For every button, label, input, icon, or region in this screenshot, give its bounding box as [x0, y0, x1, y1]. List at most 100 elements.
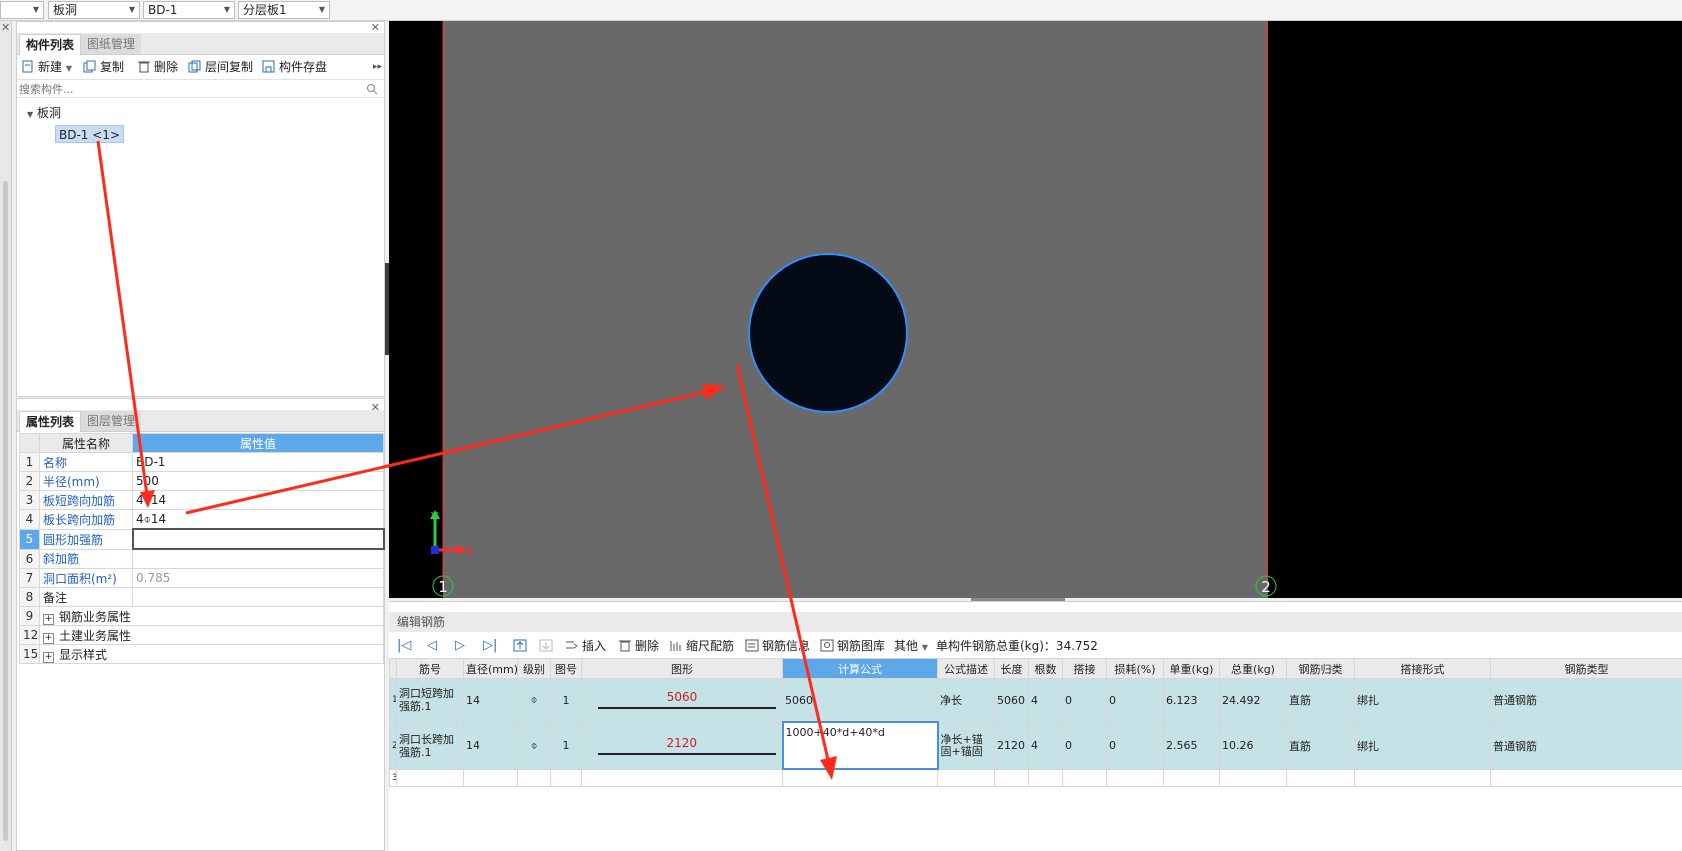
col-figure-no: 图号: [550, 658, 582, 679]
insert-button[interactable]: 插入: [565, 635, 606, 657]
property-name: 板短跨向加筋: [39, 490, 133, 510]
table-row[interactable]: 2 洞口长跨加强筋.1 14 ⌽ 1 2120 1000+40*d+40*d 净…: [389, 721, 1682, 770]
col-count: 根数: [1028, 658, 1063, 679]
property-row[interactable]: 7 洞口面积(m²) 0.785: [19, 568, 384, 588]
dropdown-component-name[interactable]: BD-1 ▼: [143, 1, 235, 19]
rebar-delete-button[interactable]: 删除: [618, 635, 659, 657]
property-value[interactable]: 4⌽14: [132, 490, 384, 510]
property-name: 半径(mm): [39, 471, 133, 491]
tab-drawing-management[interactable]: 图纸管理: [81, 34, 142, 54]
dropdown-component-type[interactable]: 板洞 ▼: [48, 1, 140, 19]
chevron-down-icon: ▼: [65, 64, 72, 73]
property-group-row[interactable]: 15 + 显示样式: [19, 644, 384, 664]
property-value: 0.785: [132, 568, 384, 588]
chevron-down-icon: ▼: [223, 5, 230, 14]
scale-icon: [670, 641, 681, 651]
col-length: 长度: [994, 658, 1029, 679]
rebar-shape-cell[interactable]: 5060: [581, 678, 783, 723]
search-bar: [17, 79, 384, 99]
rebar-table: 筋号 直径(mm) 级别 图号 图形 计算公式 公式描述 长度 根数 搭接 损耗…: [389, 658, 1682, 787]
trash-icon: [138, 61, 150, 73]
tree-group[interactable]: ▼ 板洞: [27, 104, 61, 121]
property-row[interactable]: 2 半径(mm) 500: [19, 471, 384, 491]
property-value[interactable]: BD-1: [132, 452, 384, 472]
col-lap-type: 搭接形式: [1354, 658, 1491, 679]
tab-property-list[interactable]: 属性列表: [19, 411, 82, 432]
scale-rebar-button[interactable]: 缩尺配筋: [669, 635, 734, 657]
dropdown-layer[interactable]: 分层板1 ▼: [238, 1, 330, 19]
last-record-icon[interactable]: ▷|: [483, 635, 497, 657]
formula-cell[interactable]: 5060: [782, 678, 938, 723]
y-axis-label: Y: [430, 510, 439, 524]
property-value[interactable]: 4⌽14: [132, 509, 384, 530]
bar-name[interactable]: 洞口长跨加强筋.1: [396, 721, 464, 770]
col-category: 钢筋归类: [1286, 658, 1355, 679]
property-value[interactable]: [132, 548, 384, 569]
chevron-down-icon: ▼: [128, 5, 135, 14]
chevron-down-icon[interactable]: ▼: [27, 110, 33, 119]
search-input[interactable]: [17, 80, 361, 99]
property-group-row[interactable]: 9 + 钢筋业务属性: [19, 606, 384, 626]
col-unit-weight: 单重(kg): [1163, 658, 1220, 679]
col-formula: 计算公式: [782, 658, 938, 679]
new-button[interactable]: 新建 ▼: [21, 56, 72, 78]
property-row[interactable]: 3 板短跨向加筋 4⌽14: [19, 490, 384, 510]
property-grid: 属性名称 属性值 1 名称 BD-1 2 半径(mm) 500 3 板短跨向加筋 4⌽14 …: [19, 433, 385, 664]
close-icon[interactable]: ✕: [1, 21, 10, 34]
bar-name[interactable]: 洞口短跨加强筋.1: [396, 678, 464, 723]
first-record-icon[interactable]: |◁: [397, 635, 411, 657]
move-down-icon[interactable]: [539, 635, 556, 657]
formula-input[interactable]: 1000+40*d+40*d: [781, 721, 939, 770]
col-diameter: 直径(mm): [463, 658, 518, 679]
cad-drawing: Y X 1 2: [430, 21, 1277, 597]
col-lap: 搭接: [1062, 658, 1107, 679]
property-row-selected[interactable]: 5 圆形加强筋: [19, 528, 385, 550]
property-value[interactable]: 500: [132, 471, 384, 491]
other-dropdown[interactable]: 其他 ▼: [894, 635, 928, 657]
expand-icon[interactable]: +: [43, 632, 54, 644]
property-header-row: 属性名称 属性值: [19, 433, 384, 453]
table-row[interactable]: 1 洞口短跨加强筋.1 14 ⌽ 1 5060 5060 净长 5060 4 0…: [389, 678, 1682, 723]
copy-button[interactable]: 复制: [83, 56, 124, 78]
property-row[interactable]: 1 名称 BD-1: [19, 452, 384, 472]
col-loss: 损耗(%): [1106, 658, 1164, 679]
property-name: 洞口面积(m²): [39, 568, 133, 588]
slab-hole-circle[interactable]: [748, 253, 908, 413]
property-value-input[interactable]: [131, 528, 385, 550]
info-icon: [745, 639, 759, 652]
next-record-icon[interactable]: ▷: [455, 635, 465, 657]
origin-icon: [431, 546, 439, 554]
expand-icon[interactable]: +: [43, 613, 54, 625]
expand-icon[interactable]: +: [43, 651, 54, 663]
property-value[interactable]: [132, 587, 384, 607]
property-group-row[interactable]: 12 + 土建业务属性: [19, 625, 384, 645]
rebar-panel-title: 编辑钢筋: [389, 612, 1682, 632]
tree-item-bd-1[interactable]: BD-1 <1>: [55, 125, 124, 143]
total-weight-label: 单构件钢筋总重(kg)：34.752: [936, 639, 1098, 653]
more-icon[interactable]: ▸▸: [373, 56, 382, 78]
scrollbar[interactable]: [3, 181, 8, 841]
tab-component-list[interactable]: 构件列表: [19, 34, 82, 55]
save-component-button[interactable]: 构件存盘: [262, 56, 327, 78]
rebar-shape-line: [598, 707, 776, 710]
table-row-empty[interactable]: 3: [389, 768, 1682, 787]
delete-button[interactable]: 删除: [137, 56, 178, 78]
rebar-shape-cell[interactable]: 2120: [581, 721, 783, 770]
prev-record-icon[interactable]: ◁: [427, 635, 437, 657]
property-row[interactable]: 8 备注: [19, 587, 384, 607]
arrow-down-icon: [539, 639, 553, 652]
rebar-info-button[interactable]: 钢筋信息: [745, 635, 810, 657]
library-icon: [820, 639, 834, 652]
rebar-library-button[interactable]: 钢筋图库: [820, 635, 885, 657]
move-up-icon[interactable]: [513, 635, 530, 657]
property-row[interactable]: 6 斜加筋: [19, 548, 384, 569]
floor-copy-button[interactable]: 层间复制: [188, 56, 253, 78]
insert-icon: [566, 641, 578, 649]
tab-layer-management[interactable]: 图层管理: [81, 411, 142, 431]
header-property-name: 属性名称: [39, 433, 133, 453]
property-name: 名称: [39, 452, 133, 472]
copy-icon: [83, 60, 96, 73]
search-icon[interactable]: [366, 83, 378, 95]
property-row[interactable]: 4 板长跨向加筋 4⌽14: [19, 509, 384, 530]
dropdown-floor[interactable]: ▼: [0, 1, 44, 19]
